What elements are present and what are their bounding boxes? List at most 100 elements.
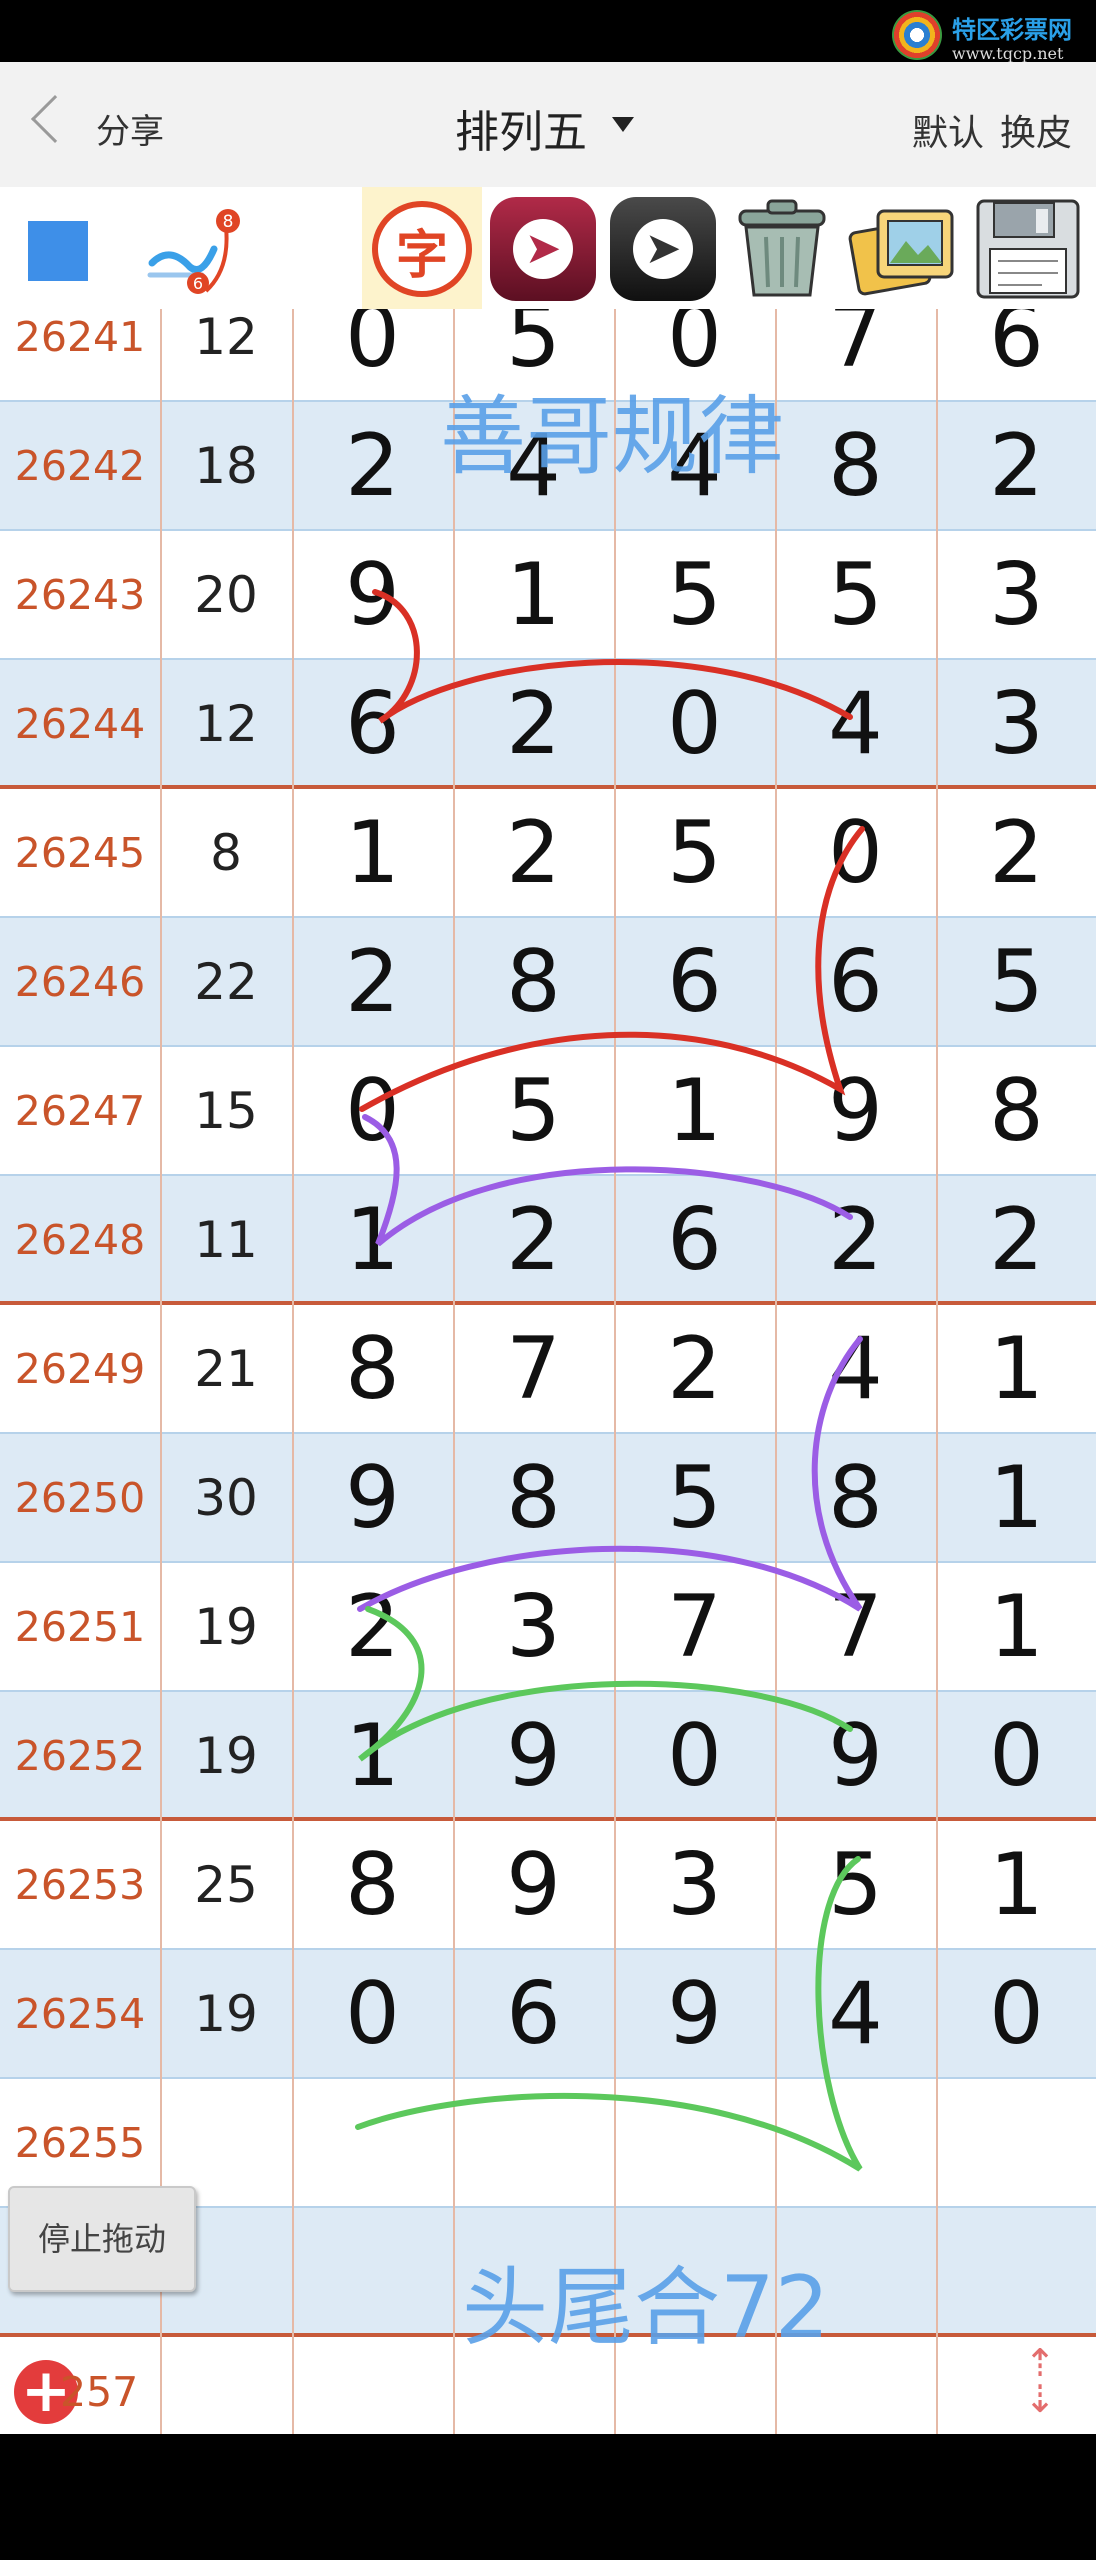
digit-cell[interactable]: 2	[936, 1176, 1096, 1305]
redo-icon[interactable]: ➤	[610, 197, 716, 301]
table-row[interactable]: 26246 22 2 8 6 6 5	[0, 918, 1096, 1047]
digit-cell[interactable]: 5	[614, 1434, 775, 1563]
digit-cell[interactable]: 1	[936, 1563, 1096, 1692]
digit-cell[interactable]: 2	[614, 1305, 775, 1434]
digit-cell[interactable]: 1	[453, 531, 614, 660]
digit-cell[interactable]: 9	[775, 1692, 936, 1821]
digit-cell[interactable]: 7	[614, 1563, 775, 1692]
digit-cell[interactable]	[936, 2208, 1096, 2337]
digit-cell[interactable]: 2	[775, 1176, 936, 1305]
digit-cell[interactable]: 6	[292, 660, 453, 789]
default-button[interactable]: 默认	[912, 104, 984, 156]
digit-cell[interactable]: 9	[453, 1692, 614, 1821]
table-row[interactable]: 26247 15 0 5 1 9 8	[0, 1047, 1096, 1176]
digit-cell[interactable]: 5	[614, 789, 775, 918]
table-row[interactable]: 26244 12 6 2 0 4 3	[0, 660, 1096, 789]
digit-cell[interactable]: 2	[936, 402, 1096, 531]
digit-cell[interactable]: 3	[936, 531, 1096, 660]
digit-cell[interactable]: 5	[614, 531, 775, 660]
digit-cell[interactable]: 8	[453, 918, 614, 1047]
digit-cell[interactable]: 9	[292, 1434, 453, 1563]
change-skin-button[interactable]: 换皮	[1000, 104, 1072, 156]
digit-cell[interactable]: 0	[614, 1692, 775, 1821]
digit-cell[interactable]: 9	[292, 531, 453, 660]
digit-cell[interactable]: 6	[614, 1176, 775, 1305]
table-row[interactable]: 26253 25 8 9 3 5 1	[0, 1821, 1096, 1950]
digit-cell[interactable]	[614, 2079, 775, 2208]
digit-cell[interactable]: 1	[292, 1176, 453, 1305]
table-row[interactable]: 26249 21 8 7 2 4 1	[0, 1305, 1096, 1434]
pen-tool-icon[interactable]: 8 6	[140, 205, 240, 295]
trash-icon[interactable]	[724, 197, 840, 301]
table-row[interactable]: 26251 19 2 3 7 7 1	[0, 1563, 1096, 1692]
digit-cell[interactable]: 1	[936, 1305, 1096, 1434]
digit-cell[interactable]	[292, 2079, 453, 2208]
char-tool-button[interactable]: 字	[362, 187, 482, 309]
digit-cell[interactable]	[453, 2079, 614, 2208]
digit-cell[interactable]: 1	[936, 1434, 1096, 1563]
digit-cell[interactable]: 2	[292, 1563, 453, 1692]
stop-drag-button[interactable]: 停止拖动	[8, 2186, 196, 2292]
digit-cell[interactable]: 6	[775, 918, 936, 1047]
digit-cell[interactable]: 5	[775, 531, 936, 660]
digit-cell[interactable]: 7	[775, 1563, 936, 1692]
digit-cell[interactable]: 2	[453, 789, 614, 918]
digit-cell[interactable]: 3	[936, 660, 1096, 789]
digit-cell[interactable]: 2	[453, 660, 614, 789]
table-row[interactable]: 26250 30 9 8 5 8 1	[0, 1434, 1096, 1563]
digit-cell[interactable]: 9	[775, 1047, 936, 1176]
digit-cell[interactable]: 1	[292, 789, 453, 918]
digit-cell[interactable]: 4	[775, 660, 936, 789]
digit-cell[interactable]: 7	[775, 309, 936, 402]
digit-cell[interactable]: 9	[453, 1821, 614, 1950]
share-button[interactable]: 分享	[96, 104, 164, 153]
digit-cell[interactable]: 6	[936, 309, 1096, 402]
digit-cell[interactable]: 9	[614, 1950, 775, 2079]
page-title-dropdown[interactable]: 排列五	[455, 96, 587, 160]
digit-cell[interactable]: 0	[936, 1950, 1096, 2079]
digit-cell[interactable]: 5	[936, 918, 1096, 1047]
save-disk-icon[interactable]	[972, 195, 1084, 303]
digit-cell[interactable]: 8	[292, 1305, 453, 1434]
digit-cell[interactable]: 3	[453, 1563, 614, 1692]
table-row[interactable]: 26252 19 1 9 0 9 0	[0, 1692, 1096, 1821]
digit-cell[interactable]: 1	[936, 1821, 1096, 1950]
digit-cell[interactable]: 4	[775, 1305, 936, 1434]
digit-cell[interactable]: 6	[614, 918, 775, 1047]
digit-cell[interactable]	[292, 2208, 453, 2337]
photo-icon[interactable]	[848, 201, 960, 301]
digit-cell[interactable]: 0	[936, 1692, 1096, 1821]
digit-cell[interactable]: 8	[775, 1434, 936, 1563]
digit-cell[interactable]: 8	[453, 1434, 614, 1563]
digit-cell[interactable]: 7	[453, 1305, 614, 1434]
color-square-icon[interactable]	[28, 221, 88, 281]
digit-cell[interactable]: 0	[775, 789, 936, 918]
digit-cell[interactable]	[775, 2079, 936, 2208]
digit-cell[interactable]: 0	[292, 309, 453, 402]
table-row[interactable]: 26254 19 0 6 9 4 0	[0, 1950, 1096, 2079]
digit-cell[interactable]: 2	[292, 402, 453, 531]
digit-cell[interactable]: 0	[292, 1047, 453, 1176]
digit-cell[interactable]: 3	[614, 1821, 775, 1950]
reorder-arrows-icon[interactable]: ⇡ ⇣	[1018, 2344, 1062, 2425]
undo-icon[interactable]: ➤	[490, 197, 596, 301]
digit-cell[interactable]: 5	[775, 1821, 936, 1950]
digit-cell[interactable]: 2	[292, 918, 453, 1047]
table-row[interactable]: 26243 20 9 1 5 5 3	[0, 531, 1096, 660]
digit-cell[interactable]: 1	[614, 1047, 775, 1176]
table-row[interactable]: 26245 8 1 2 5 0 2	[0, 789, 1096, 918]
digit-cell[interactable]: 6	[453, 1950, 614, 2079]
results-grid[interactable]: 26241 12 0 5 0 7 6 26242 18 2 4 4 8 2 26243 20 9 1 5 5 3 2624…	[0, 309, 1096, 2434]
digit-cell[interactable]: 1	[292, 1692, 453, 1821]
digit-cell[interactable]: 4	[775, 1950, 936, 2079]
back-chevron-icon[interactable]	[30, 94, 80, 144]
digit-cell[interactable]: 2	[936, 789, 1096, 918]
table-row[interactable]: 26248 11 1 2 6 2 2	[0, 1176, 1096, 1305]
digit-cell[interactable]	[936, 2079, 1096, 2208]
digit-cell[interactable]: 8	[775, 402, 936, 531]
digit-cell[interactable]: 0	[292, 1950, 453, 2079]
caret-down-icon[interactable]	[612, 117, 634, 132]
digit-cell[interactable]: 5	[453, 1047, 614, 1176]
digit-cell[interactable]: 8	[936, 1047, 1096, 1176]
digit-cell[interactable]: 8	[292, 1821, 453, 1950]
